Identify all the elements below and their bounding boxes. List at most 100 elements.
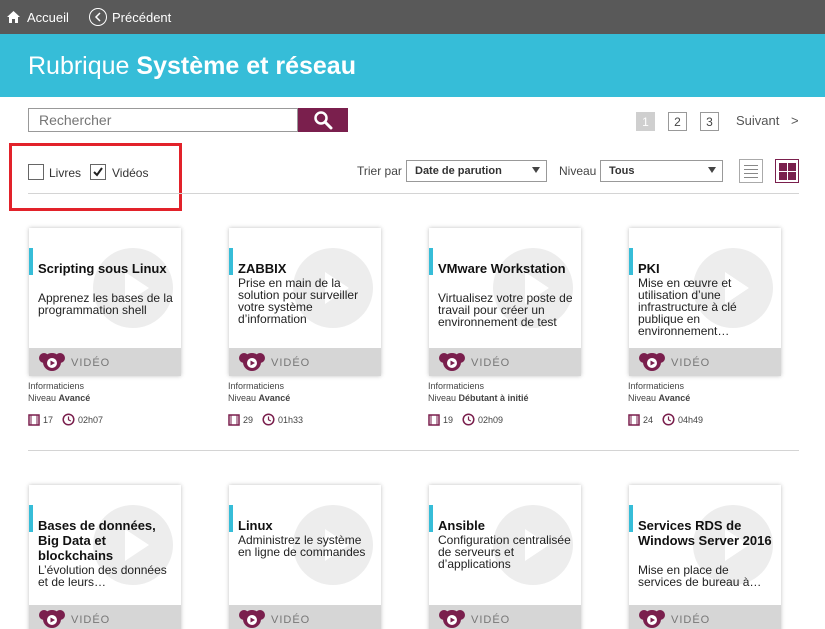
audience: Informaticiens xyxy=(428,381,485,391)
card-type-label: VIDÉO xyxy=(71,357,111,369)
level-line: Niveau Avancé xyxy=(228,392,290,404)
search-input[interactable] xyxy=(28,108,298,132)
level-line: Niveau Avancé xyxy=(628,392,690,404)
video-count: 29 xyxy=(243,414,254,425)
card-stats: 24 04h49 xyxy=(628,413,703,426)
card-meta: Informaticiens Niveau Débutant à initié xyxy=(428,380,529,404)
course-card[interactable]: Bases de données, Big Data et blockchain… xyxy=(29,485,181,629)
course-card[interactable]: Scripting sous Linux Apprenez les bases … xyxy=(29,228,181,376)
card-stats: 17 02h07 xyxy=(28,413,103,426)
level-prefix: Niveau xyxy=(628,393,657,403)
previous-link[interactable]: Précédent xyxy=(89,0,171,34)
chevron-right-icon: > xyxy=(791,113,799,128)
level-label: Niveau xyxy=(559,164,597,178)
card-title: Services RDS de Windows Server 2016 xyxy=(638,518,772,548)
previous-label: Précédent xyxy=(112,9,172,25)
card-footer: VIDÉO xyxy=(29,605,181,629)
video-icon xyxy=(639,610,665,628)
card-type-label: VIDÉO xyxy=(671,357,711,369)
divider xyxy=(28,193,799,194)
card-accent xyxy=(629,248,633,275)
card-title: Linux xyxy=(238,518,273,533)
video-icon xyxy=(39,610,65,628)
card-footer: VIDÉO xyxy=(429,348,581,376)
clock-icon xyxy=(62,413,75,426)
course-card[interactable]: VMware Workstation Virtualisez votre pos… xyxy=(429,228,581,376)
card-title: ZABBIX xyxy=(238,261,287,276)
duration: 02h09 xyxy=(478,414,504,425)
home-icon xyxy=(7,11,20,23)
course-card[interactable]: ZABBIX Prise en main de la solution pour… xyxy=(229,228,381,376)
card-footer: VIDÉO xyxy=(629,605,781,629)
list-view-button[interactable] xyxy=(739,159,763,183)
card-description: Mise en œuvre et utilisation d’une infra… xyxy=(638,276,737,338)
level-value: Tous xyxy=(609,165,635,177)
card-accent xyxy=(29,505,33,532)
page-title: Rubrique Système et réseau xyxy=(28,52,356,81)
card-title: PKI xyxy=(638,261,660,276)
film-icon xyxy=(28,413,40,426)
sort-value: Date de parution xyxy=(415,165,502,177)
books-checkbox[interactable] xyxy=(28,164,44,180)
audience: Informaticiens xyxy=(228,381,285,391)
course-card[interactable]: Linux Administrez le système en ligne de… xyxy=(229,485,381,629)
card-meta: Informaticiens Niveau Avancé xyxy=(228,380,290,404)
video-icon xyxy=(439,353,465,371)
level-value: Avancé xyxy=(258,393,291,403)
card-accent xyxy=(229,248,233,275)
next-page-link[interactable]: Suivant > xyxy=(736,113,799,128)
grid-view-button[interactable] xyxy=(775,159,799,183)
level-select[interactable]: Tous xyxy=(600,160,723,182)
card-description: Mise en place de services de bureau à… xyxy=(638,563,762,589)
level-line: Niveau Débutant à initié xyxy=(428,392,529,404)
card-type-label: VIDÉO xyxy=(471,614,511,626)
category-banner: Rubrique Système et réseau xyxy=(0,34,825,97)
card-meta: Informaticiens Niveau Avancé xyxy=(28,380,90,404)
sort-label: Trier par xyxy=(357,164,402,178)
clock-icon xyxy=(262,413,275,426)
card-accent xyxy=(629,505,633,532)
card-footer: VIDÉO xyxy=(429,605,581,629)
video-icon xyxy=(239,610,265,628)
card-meta: Informaticiens Niveau Avancé xyxy=(628,380,690,404)
card-description: L’évolution des données et de leurs… xyxy=(38,563,167,589)
level-prefix: Niveau xyxy=(228,393,257,403)
video-count: 19 xyxy=(443,414,454,425)
duration: 04h49 xyxy=(678,414,704,425)
page-1-button[interactable]: 1 xyxy=(636,112,655,131)
card-accent xyxy=(429,248,433,275)
course-card[interactable]: PKI Mise en œuvre et utilisation d’une i… xyxy=(629,228,781,376)
level-value: Avancé xyxy=(58,393,91,403)
videos-checkbox[interactable] xyxy=(90,164,106,180)
card-footer: VIDÉO xyxy=(629,348,781,376)
checkmark-icon xyxy=(93,167,103,177)
course-card[interactable]: Ansible Configuration centralisée de ser… xyxy=(429,485,581,629)
level-prefix: Niveau xyxy=(28,393,57,403)
card-title: Ansible xyxy=(438,518,485,533)
course-card[interactable]: Services RDS de Windows Server 2016 Mise… xyxy=(629,485,781,629)
page-2-button[interactable]: 2 xyxy=(668,112,687,131)
search-button[interactable] xyxy=(298,108,348,132)
videos-label: Vidéos xyxy=(112,166,149,180)
page-3-button[interactable]: 3 xyxy=(700,112,719,131)
card-description: Apprenez les bases de la programmation s… xyxy=(38,291,173,317)
home-label: Accueil xyxy=(27,9,69,25)
card-stats: 19 02h09 xyxy=(428,413,503,426)
level-prefix: Niveau xyxy=(428,393,457,403)
card-footer: VIDÉO xyxy=(29,348,181,376)
duration: 02h07 xyxy=(78,414,104,425)
title-prefix: Rubrique xyxy=(28,52,130,80)
card-footer: VIDÉO xyxy=(229,348,381,376)
dropdown-arrow-icon xyxy=(708,167,716,173)
sort-select[interactable]: Date de parution xyxy=(406,160,547,182)
card-title: Bases de données, Big Data et blockchain… xyxy=(38,518,156,563)
home-link[interactable]: Accueil xyxy=(6,0,69,34)
card-type-label: VIDÉO xyxy=(271,357,311,369)
clock-icon xyxy=(462,413,475,426)
video-icon xyxy=(239,353,265,371)
card-description: Prise en main de la solution pour survei… xyxy=(238,276,359,326)
card-footer: VIDÉO xyxy=(229,605,381,629)
books-label: Livres xyxy=(49,166,82,180)
audience: Informaticiens xyxy=(628,381,685,391)
clock-icon xyxy=(662,413,675,426)
